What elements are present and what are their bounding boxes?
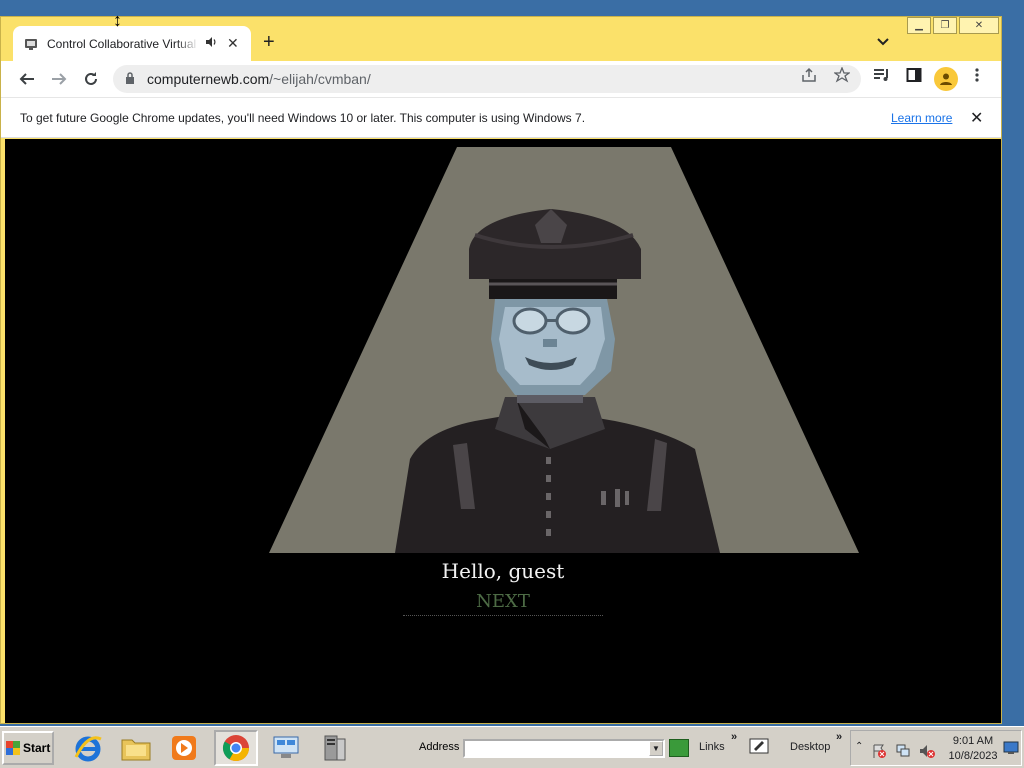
star-icon[interactable] (833, 66, 851, 86)
address-bar[interactable]: computernewb.com/~elijah/cvmban/ (113, 65, 861, 93)
internet-explorer-icon[interactable] (68, 730, 108, 766)
show-desktop-icon[interactable] (1003, 741, 1019, 758)
system-tray: ⌃ 9:01 AM 10/8/2023 (850, 730, 1022, 766)
profile-icon[interactable] (934, 67, 958, 91)
character-illustration (269, 147, 859, 553)
show-hidden-icons-icon[interactable]: ⌃ (855, 741, 863, 752)
forward-icon[interactable] (49, 69, 69, 89)
cvm-favicon-icon (23, 36, 39, 52)
taskbar-address-input[interactable]: ▼ (463, 739, 665, 758)
tray-clock[interactable]: 9:01 AM 10/8/2023 (947, 734, 999, 764)
media-icon[interactable] (873, 67, 891, 86)
file-explorer-icon[interactable] (116, 730, 156, 766)
tab-title: Control Collaborative Virtual Machine (47, 36, 199, 51)
share-icon[interactable] (801, 67, 817, 86)
address-label: Address (419, 741, 460, 753)
browser-toolbar: computernewb.com/~elijah/cvmban/ (1, 61, 1001, 97)
server-icon[interactable] (314, 730, 354, 766)
clock-time: 9:01 AM (952, 735, 994, 747)
start-button[interactable]: Start (2, 731, 54, 765)
tab-cvm[interactable]: Control Collaborative Virtual Machine ✕ (13, 26, 251, 61)
window-close-icon[interactable]: ✕ (959, 17, 999, 34)
reload-icon[interactable] (81, 69, 101, 89)
desktop-toolbar-label[interactable]: Desktop (790, 741, 830, 753)
url-text: computernewb.com/~elijah/cvmban/ (147, 71, 371, 87)
next-underline (403, 615, 603, 616)
go-icon[interactable] (669, 739, 689, 757)
learn-more-link[interactable]: Learn more (891, 111, 952, 125)
minimize-icon[interactable]: ▁ (907, 17, 931, 34)
dropdown-arrow-icon[interactable]: ▼ (649, 741, 663, 756)
links-toolbar-label[interactable]: Links (699, 741, 725, 753)
windows-flag-icon (6, 741, 20, 755)
url-host: computernewb.com (147, 71, 270, 87)
taskbar: Start Address ▼ Links » Desktop » ⌃ 9:01… (0, 726, 1024, 768)
start-label: Start (23, 741, 51, 755)
tab-strip: Control Collaborative Virtual Machine ✕ … (1, 17, 1001, 61)
maximize-icon[interactable]: ❐ (933, 17, 957, 34)
clock-date: 10/8/2023 (948, 750, 998, 762)
chevron-down-icon[interactable] (877, 35, 889, 49)
media-player-icon[interactable] (164, 730, 204, 766)
update-infobar: To get future Google Chrome updates, you… (1, 97, 1001, 138)
lock-icon[interactable] (125, 71, 139, 87)
desktop-toolbar-icon[interactable] (748, 735, 770, 760)
window-controls: ▁ ❐ ✕ (907, 17, 1001, 34)
action-center-flag-icon[interactable] (871, 743, 887, 762)
sidepanel-icon[interactable] (906, 67, 922, 86)
greeting-text: Hello, guest (441, 559, 565, 583)
back-icon[interactable] (17, 69, 37, 89)
close-icon[interactable]: ✕ (227, 35, 239, 52)
links-chevron-icon[interactable]: » (731, 731, 737, 743)
volume-muted-icon[interactable] (919, 743, 935, 762)
page-content: Hello, guest NEXT (5, 139, 1001, 723)
browser-window: Control Collaborative Virtual Machine ✕ … (0, 16, 1002, 724)
speaker-icon[interactable] (205, 36, 217, 51)
infobar-message: To get future Google Chrome updates, you… (20, 111, 586, 125)
plus-icon[interactable]: + (263, 31, 275, 53)
network-tray-icon[interactable] (895, 743, 911, 762)
chrome-icon[interactable] (214, 730, 258, 766)
resize-cursor-icon: ↕ (113, 10, 122, 30)
infobar-close-icon[interactable]: ✕ (970, 108, 983, 128)
menu-icon[interactable] (975, 67, 979, 86)
next-button[interactable]: NEXT (405, 591, 601, 612)
desktop-chevron-icon[interactable]: » (836, 731, 842, 743)
network-icon[interactable] (266, 730, 306, 766)
url-path: /~elijah/cvmban/ (269, 71, 371, 87)
